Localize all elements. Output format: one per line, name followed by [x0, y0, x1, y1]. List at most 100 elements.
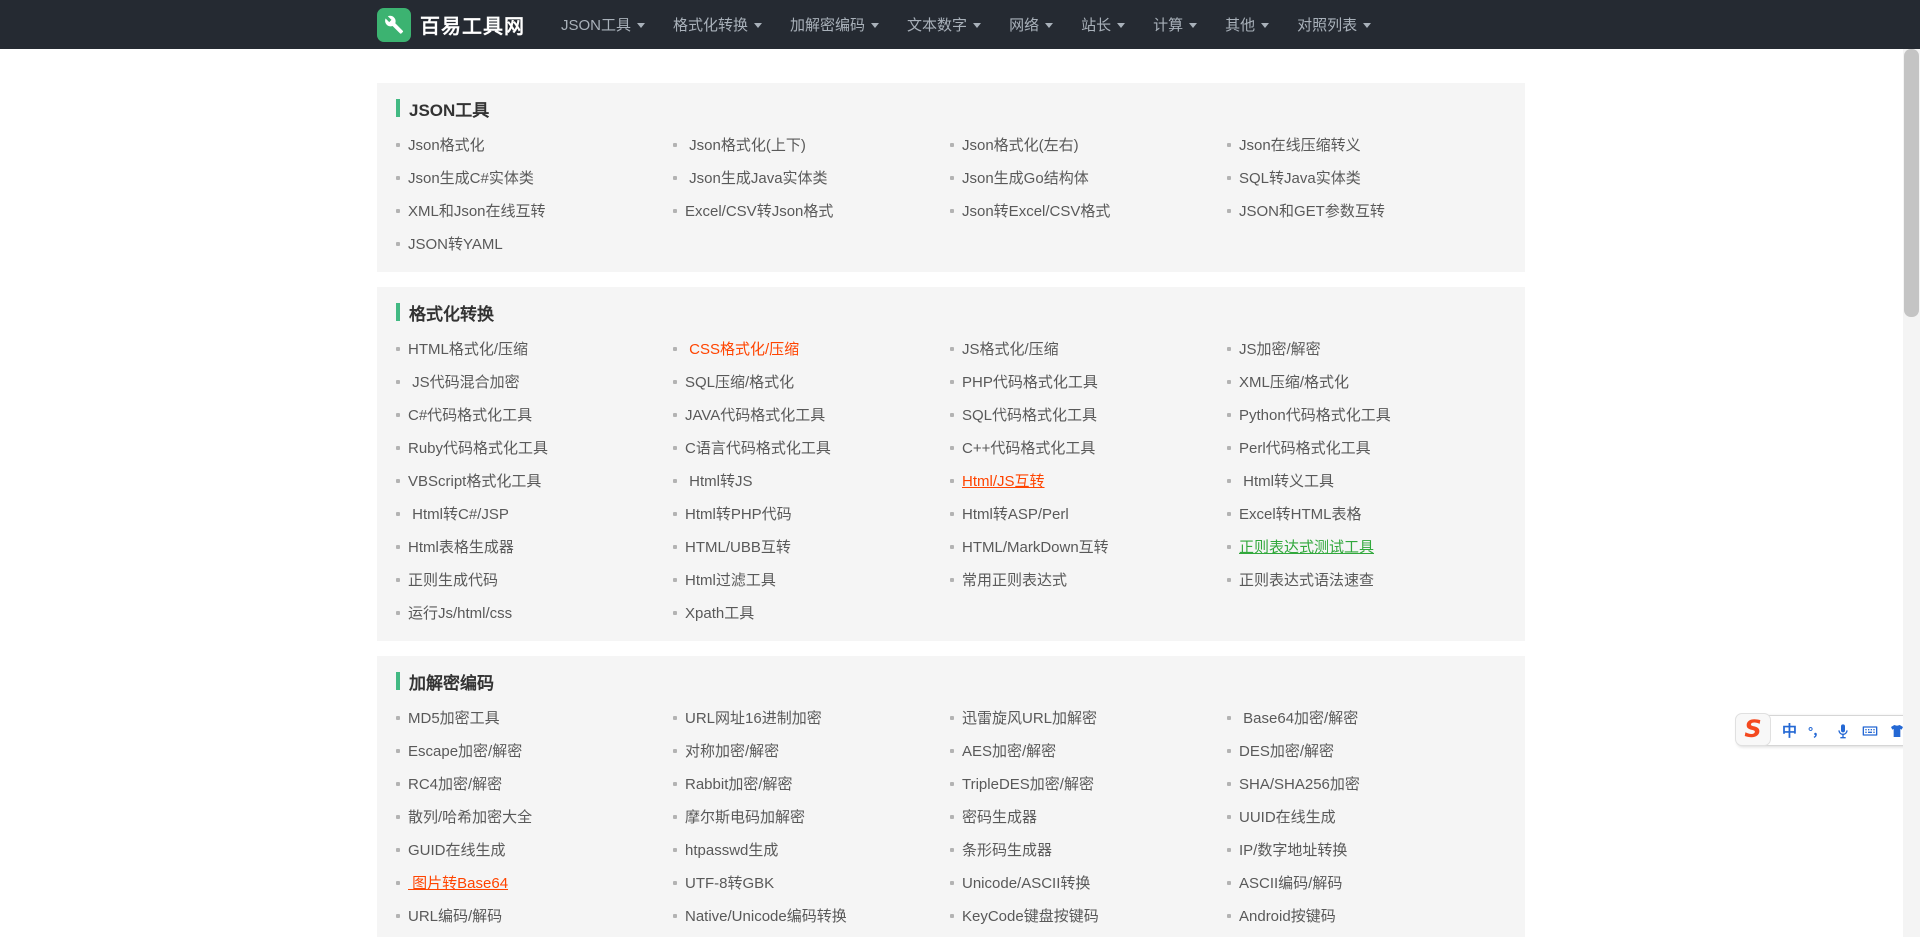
tool-link[interactable]: AES加密/解密 [962, 740, 1056, 761]
bullet-icon [396, 143, 400, 147]
tool-link[interactable]: Ruby代码格式化工具 [408, 437, 548, 458]
tool-link[interactable]: SQL代码格式化工具 [962, 404, 1097, 425]
tool-link[interactable]: C++代码格式化工具 [962, 437, 1095, 458]
tool-link[interactable]: Perl代码格式化工具 [1239, 437, 1371, 458]
tool-link[interactable]: Xpath工具 [685, 602, 754, 623]
tool-link[interactable]: SQL转Java实体类 [1239, 167, 1361, 188]
tool-link[interactable]: 密码生成器 [962, 806, 1037, 827]
tool-link[interactable]: Json转Excel/CSV格式 [962, 200, 1110, 221]
tool-link[interactable]: Html转C#/JSP [408, 503, 509, 524]
tool-link[interactable]: htpasswd生成 [685, 839, 778, 860]
tool-link[interactable]: URL网址16进制加密 [685, 707, 822, 728]
tool-link[interactable]: 摩尔斯电码加解密 [685, 806, 805, 827]
nav-item-8[interactable]: 对照列表 [1283, 0, 1385, 49]
tool-link[interactable]: Excel转HTML表格 [1239, 503, 1362, 524]
tool-link[interactable]: XML压缩/格式化 [1239, 371, 1349, 392]
nav-item-6[interactable]: 计算 [1139, 0, 1211, 49]
nav-item-1[interactable]: 格式化转换 [659, 0, 776, 49]
voice-input-microphone-icon[interactable] [1835, 723, 1851, 739]
tool-link[interactable]: 正则表达式测试工具 [1239, 536, 1374, 557]
nav-item-label: 文本数字 [907, 14, 967, 35]
sogou-logo-icon[interactable]: S [1735, 713, 1771, 746]
tool-link[interactable]: Rabbit加密/解密 [685, 773, 793, 794]
tool-link[interactable]: Python代码格式化工具 [1239, 404, 1391, 425]
tool-link[interactable]: KeyCode键盘按键码 [962, 905, 1099, 926]
tool-link[interactable]: Json在线压缩转义 [1239, 134, 1361, 155]
tool-link[interactable]: Html转PHP代码 [685, 503, 792, 524]
soft-keyboard-icon[interactable] [1862, 723, 1878, 739]
tool-link[interactable]: Json生成Go结构体 [962, 167, 1089, 188]
tool-link[interactable]: RC4加密/解密 [408, 773, 502, 794]
list-item: Python代码格式化工具 [1227, 398, 1504, 431]
tool-link[interactable]: DES加密/解密 [1239, 740, 1334, 761]
vertical-scrollbar-track[interactable] [1903, 49, 1920, 937]
tool-link[interactable]: TripleDES加密/解密 [962, 773, 1094, 794]
tool-link[interactable]: Json生成C#实体类 [408, 167, 534, 188]
tool-link[interactable]: UTF-8转GBK [685, 872, 774, 893]
tool-link[interactable]: Html转JS [685, 470, 753, 491]
tool-link[interactable]: JS加密/解密 [1239, 338, 1321, 359]
tool-link[interactable]: SQL压缩/格式化 [685, 371, 794, 392]
tool-link[interactable]: Json格式化(上下) [685, 134, 806, 155]
nav-item-2[interactable]: 加解密编码 [776, 0, 893, 49]
tool-link[interactable]: GUID在线生成 [408, 839, 506, 860]
tool-link[interactable]: 散列/哈希加密大全 [408, 806, 532, 827]
tool-link[interactable]: PHP代码格式化工具 [962, 371, 1098, 392]
tool-link[interactable]: JSON转YAML [408, 233, 503, 254]
punctuation-toggle-icon[interactable]: °， [1808, 721, 1824, 740]
tool-link[interactable]: Html/JS互转 [962, 470, 1045, 491]
tool-link[interactable]: Unicode/ASCII转换 [962, 872, 1090, 893]
nav-item-0[interactable]: JSON工具 [547, 0, 659, 49]
tool-link[interactable]: 常用正则表达式 [962, 569, 1067, 590]
tool-link[interactable]: 条形码生成器 [962, 839, 1052, 860]
tool-link[interactable]: Json生成Java实体类 [685, 167, 828, 188]
tool-link[interactable]: Html转ASP/Perl [962, 503, 1069, 524]
tool-link[interactable]: HTML/UBB互转 [685, 536, 791, 557]
vertical-scrollbar-thumb[interactable] [1904, 49, 1919, 317]
tool-link[interactable]: 对称加密/解密 [685, 740, 779, 761]
tool-link[interactable]: JSON和GET参数互转 [1239, 200, 1385, 221]
nav-item-7[interactable]: 其他 [1211, 0, 1283, 49]
nav-item-5[interactable]: 站长 [1067, 0, 1139, 49]
nav-item-4[interactable]: 网络 [995, 0, 1067, 49]
tool-link[interactable]: Json格式化(左右) [962, 134, 1079, 155]
tool-link[interactable]: 图片转Base64 [408, 872, 508, 893]
tool-link[interactable]: SHA/SHA256加密 [1239, 773, 1360, 794]
tool-link[interactable]: JS格式化/压缩 [962, 338, 1059, 359]
nav-item-label: 其他 [1225, 14, 1255, 35]
tool-link[interactable]: UUID在线生成 [1239, 806, 1336, 827]
tool-link[interactable]: Json格式化 [408, 134, 485, 155]
tool-link[interactable]: Excel/CSV转Json格式 [685, 200, 833, 221]
list-item: Html转C#/JSP [396, 497, 673, 530]
tool-link[interactable]: HTML/MarkDown互转 [962, 536, 1109, 557]
list-item: JSON和GET参数互转 [1227, 194, 1504, 227]
section-header: 加解密编码 [396, 669, 1507, 693]
tool-link[interactable]: JS代码混合加密 [408, 371, 520, 392]
tool-link[interactable]: URL编码/解码 [408, 905, 502, 926]
tool-link[interactable]: Android按键码 [1239, 905, 1336, 926]
tool-link[interactable]: JAVA代码格式化工具 [685, 404, 825, 425]
tool-link[interactable]: 正则生成代码 [408, 569, 498, 590]
nav-item-label: 计算 [1153, 14, 1183, 35]
tool-link[interactable]: 运行Js/html/css [408, 602, 512, 623]
tool-link[interactable]: Escape加密/解密 [408, 740, 522, 761]
tool-link[interactable]: HTML格式化/压缩 [408, 338, 528, 359]
nav-item-3[interactable]: 文本数字 [893, 0, 995, 49]
site-logo[interactable]: 百易工具网 [377, 8, 525, 42]
tool-link[interactable]: 正则表达式语法速查 [1239, 569, 1374, 590]
tool-link[interactable]: C语言代码格式化工具 [685, 437, 831, 458]
tool-link[interactable]: Native/Unicode编码转换 [685, 905, 847, 926]
tool-link[interactable]: VBScript格式化工具 [408, 470, 541, 491]
tool-link[interactable]: Html转义工具 [1239, 470, 1334, 491]
tool-link[interactable]: CSS格式化/压缩 [685, 338, 799, 359]
chinese-english-toggle-icon[interactable]: 中 [1782, 720, 1797, 741]
tool-link[interactable]: ASCII编码/解码 [1239, 872, 1342, 893]
tool-link[interactable]: 迅雷旋风URL加解密 [962, 707, 1097, 728]
tool-link[interactable]: XML和Json在线互转 [408, 200, 546, 221]
tool-link[interactable]: Html过滤工具 [685, 569, 776, 590]
tool-link[interactable]: IP/数字地址转换 [1239, 839, 1347, 860]
tool-link[interactable]: Html表格生成器 [408, 536, 514, 557]
tool-link[interactable]: MD5加密工具 [408, 707, 500, 728]
tool-link[interactable]: C#代码格式化工具 [408, 404, 532, 425]
tool-link[interactable]: Base64加密/解密 [1239, 707, 1358, 728]
